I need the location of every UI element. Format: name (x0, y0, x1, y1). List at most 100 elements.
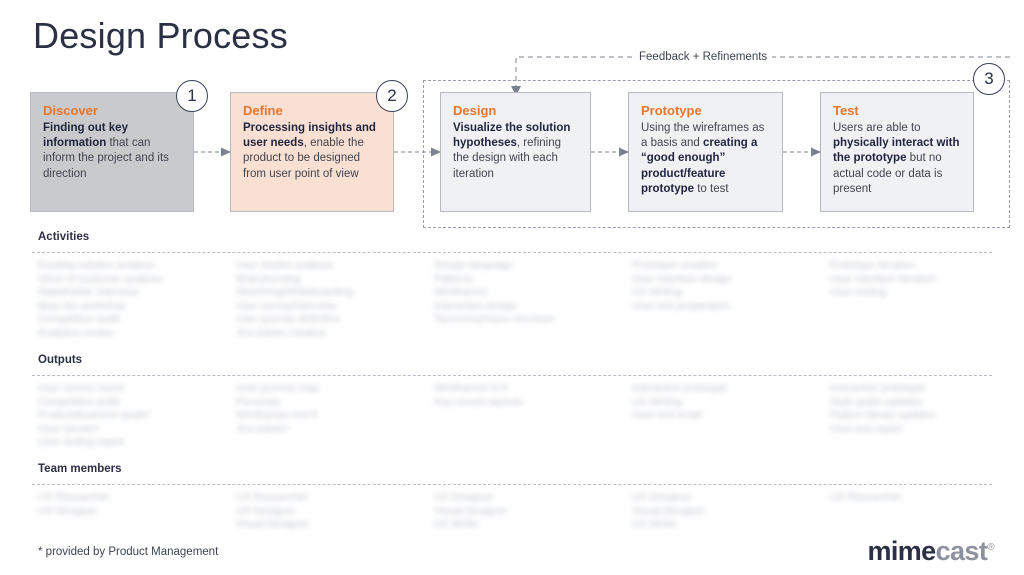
column-outputs-4: Interactive prototype UX Writing User test… (626, 382, 824, 450)
list-item: Voice of customer analysis (38, 272, 163, 285)
list-item: Jira tickets* (236, 422, 290, 435)
phase-title-prototype: Prototype (641, 103, 702, 118)
registered-trademark-icon: ® (987, 542, 994, 553)
column-team-4: UX Designer Visual Designer UX Writer (626, 491, 824, 532)
phase-description-discover: Finding out key information that can inf… (43, 121, 181, 182)
list-item: Product/business goals* (38, 409, 151, 422)
column-team-2: UX Researcher UX Designer Visual Designer (230, 491, 428, 532)
list-item: User interface iteration (830, 272, 936, 285)
list-item: Style guide updates (830, 395, 923, 408)
list-item: UX Researcher (830, 491, 902, 503)
page-title: Design Process (33, 15, 288, 56)
phase-description-prototype: Using the wireframes as a basis and crea… (641, 121, 770, 197)
list-item: UX Writer (434, 518, 480, 531)
section-columns-outputs: User survey report Competitive audit Produ… (32, 382, 1022, 450)
list-item: User test script (632, 409, 703, 422)
mimecast-logo: mimecast® (867, 533, 994, 566)
list-item: Interaction design (434, 299, 517, 312)
section-divider-team-members (32, 484, 992, 485)
column-outputs-2: User journey map Personas Wireframes low-f… (230, 382, 428, 450)
connector-arrow-design-to-prototype (591, 147, 629, 157)
footnote: * provided by Product Management (38, 546, 219, 558)
list-item: UX Designer (236, 504, 296, 517)
list-item: User survey/interview (236, 299, 337, 312)
phase-box-discover: Discover Finding out key information tha… (30, 92, 194, 212)
column-team-5: UX Researcher (824, 491, 1022, 532)
list-item: UX Researcher (38, 491, 110, 503)
list-item: Pattern library updates (830, 409, 936, 422)
section-label-team-members: Team members (38, 463, 122, 475)
phase-box-design: Design Visualize the solution hypotheses… (440, 92, 591, 212)
phase-title-design: Design (453, 103, 497, 118)
list-item: Wireframes low-fi (236, 409, 318, 422)
connector-arrow-prototype-to-test (783, 147, 821, 157)
phase-description-design: Visualize the solution hypotheses, refin… (453, 121, 578, 182)
list-item: Prototype creation (632, 259, 718, 271)
list-item: Personas (236, 395, 281, 408)
connector-arrow-define-to-design (394, 147, 441, 157)
list-item: Competitive audit (38, 313, 120, 326)
list-item: Stakeholder interview (38, 286, 139, 299)
list-item: User test preparation (632, 299, 731, 312)
list-item: User testing (830, 286, 887, 299)
list-item: User journey definition (236, 313, 341, 326)
phase-desc-lead: Users are able to (833, 122, 921, 134)
column-activities-5: Prototype iteration User interface iterat… (824, 259, 1022, 341)
column-outputs-5: Interactive prototype Style guide updates… (824, 382, 1022, 450)
list-item: User Stories* (38, 422, 100, 435)
phase-title-discover: Discover (43, 103, 98, 118)
section-divider-activities (32, 252, 992, 253)
list-item: User survey report (38, 382, 125, 394)
logo-text-cast: cast (935, 536, 988, 566)
column-team-3: UX Designer Visual Designer UX Writer (428, 491, 626, 532)
list-item: Wireframes (434, 286, 488, 299)
list-item: UX Writing (632, 286, 682, 299)
feedback-label: Feedback + Refinements (634, 50, 773, 64)
section-label-activities: Activities (38, 231, 90, 243)
column-activities-3: Design language Patterns Wireframes Interac… (428, 259, 626, 341)
list-item: UX Writer (632, 518, 678, 531)
list-item: Sketching/Whiteboarding (236, 286, 353, 299)
list-item: Existing solution analysis (38, 259, 155, 271)
section-columns-activities: Existing solution analysis Voice of custo… (32, 259, 1022, 341)
logo-text-mime: mime (867, 536, 936, 566)
phase-box-prototype: Prototype Using the wireframes as a basi… (628, 92, 783, 212)
list-item: Design language (434, 259, 513, 271)
step-circle-2: 2 (376, 80, 408, 112)
list-item: UX Researcher (236, 491, 308, 503)
column-team-1: UX Researcher UX Designer (32, 491, 230, 532)
list-item: UX Designer (38, 504, 98, 517)
list-item: Analytics review (38, 326, 114, 339)
connector-arrow-discover-to-define (194, 147, 231, 157)
list-item: Taxonomy/menu structure (434, 313, 555, 326)
phase-box-test: Test Users are able to physically intera… (820, 92, 974, 212)
list-item: Visual Designer (236, 518, 310, 531)
section-divider-outputs (32, 375, 992, 376)
list-item: Jira tickets creation (236, 326, 326, 339)
column-outputs-3: Wireframes hi-fi Key screen layouts (428, 382, 626, 450)
list-item: Interactive prototype (830, 382, 926, 394)
list-item: Interactive prototype (632, 382, 728, 394)
section-columns-team-members: UX Researcher UX Designer UX Researcher UX … (32, 491, 1022, 532)
phase-box-define: Define Processing insights and user need… (230, 92, 394, 212)
list-item: Blue sky workshop (38, 299, 126, 312)
list-item: Competitive audit (38, 395, 120, 408)
list-item: Prototype iteration (830, 259, 916, 271)
list-item: User journey map (236, 382, 319, 394)
step-circle-1: 1 (176, 80, 208, 112)
list-item: User testing report (38, 436, 125, 449)
list-item: Wireframes hi-fi (434, 382, 508, 394)
column-activities-4: Prototype creation User interface design U… (626, 259, 824, 341)
list-item: UX Writing (632, 395, 682, 408)
phase-description-define: Processing insights and user needs, enab… (243, 121, 381, 182)
phase-title-test: Test (833, 103, 859, 118)
list-item: User stories analysis (236, 259, 333, 271)
phase-title-define: Define (243, 103, 283, 118)
phase-desc-rest: to test (694, 182, 729, 195)
list-item: User interface design (632, 272, 732, 285)
list-item: Brainstorming (236, 272, 301, 285)
list-item: Visual Designer (434, 504, 508, 517)
list-item: UX Designer (632, 491, 692, 503)
list-item: Key screen layouts (434, 395, 523, 408)
list-item: User test report (830, 422, 903, 435)
